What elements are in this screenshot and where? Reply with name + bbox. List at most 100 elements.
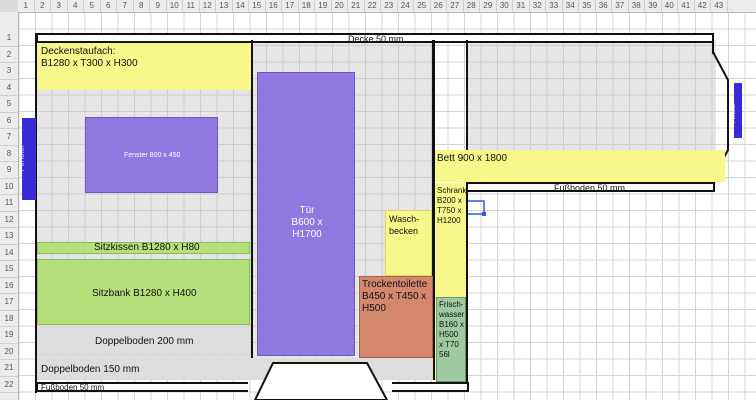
row-header[interactable]: 22 [0, 377, 18, 393]
row-header[interactable]: 17 [0, 294, 18, 311]
row-header[interactable]: 14 [0, 245, 18, 261]
bett-box[interactable]: Bett 900 x 1800 [435, 150, 725, 182]
column-header[interactable]: 20 [332, 0, 348, 12]
column-header[interactable]: 40 [662, 0, 678, 12]
row-header[interactable]: 10 [0, 179, 18, 195]
column-header[interactable]: 24 [398, 0, 414, 12]
row-header[interactable]: 3 [0, 63, 18, 80]
column-header[interactable]: 39 [645, 0, 662, 12]
column-header[interactable]: 41 [678, 0, 695, 12]
column-header[interactable]: 11 [183, 0, 200, 12]
column-header[interactable]: 25 [414, 0, 431, 12]
sitzkissen-label: Sitzkissen B1280 x H80 [94, 242, 200, 253]
row-header[interactable]: 11 [0, 195, 18, 212]
floor-bar-left-label: Fußboden 50 mm [41, 383, 105, 392]
door-box[interactable]: Tür B600 x H1700 [257, 72, 355, 356]
column-header[interactable]: 29 [480, 0, 497, 12]
column-header[interactable]: 34 [563, 0, 579, 12]
column-header[interactable]: 19 [315, 0, 332, 12]
doppelboden-200-label: Doppelboden 200 mm [95, 336, 194, 347]
doppelboden-150-label: Doppelboden 150 mm [41, 364, 140, 375]
trockentoilette-box[interactable]: Trockentoilette B450 x T450 x H500 [359, 276, 433, 358]
column-header[interactable]: 7 [117, 0, 134, 12]
column-header[interactable]: 42 [695, 0, 711, 12]
bett-label: Bett 900 x 1800 [437, 153, 508, 164]
sitzbank-box[interactable]: Sitzbank B1280 x H400 [37, 259, 250, 325]
column-header[interactable]: 2 [35, 0, 51, 12]
sitzbank-label: Sitzbank B1280 x H400 [92, 288, 197, 299]
row-header[interactable]: 21 [0, 360, 18, 377]
column-header[interactable]: 27 [447, 0, 464, 12]
column-header[interactable]: 18 [299, 0, 315, 12]
sitzkissen-box[interactable]: Sitzkissen B1280 x H80 [37, 242, 250, 254]
schrank-label: Schrank B200 x T750 x H1200 [437, 186, 467, 225]
column-header[interactable]: 23 [381, 0, 398, 12]
deckenstaufach-box[interactable]: Deckenstaufach: B1280 x T300 x H300 [37, 43, 251, 90]
column-header[interactable]: 26 [431, 0, 447, 12]
doppelboden-200-box[interactable]: Doppelboden 200 mm [37, 325, 250, 357]
row-header[interactable]: 5 [0, 96, 18, 113]
column-header[interactable]: 21 [348, 0, 365, 12]
row-header[interactable]: 9 [0, 162, 18, 179]
row-header[interactable]: 2 [0, 47, 18, 63]
window-right-label: Fenster [731, 102, 738, 124]
column-header[interactable]: 16 [266, 0, 282, 12]
frischwasser-box[interactable]: Frisch- wasser B160 x H500 x T70 56l [436, 297, 466, 382]
floor-bar-right-segment [392, 382, 469, 392]
column-header[interactable]: 33 [546, 0, 563, 12]
column-header[interactable]: 5 [84, 0, 101, 12]
door-label: Tür B600 x H1700 [291, 205, 323, 240]
row-header[interactable]: 1 [0, 30, 18, 47]
row-header[interactable]: 4 [0, 80, 18, 96]
row-header[interactable]: 15 [0, 261, 18, 278]
column-header[interactable]: 28 [464, 0, 480, 12]
column-header[interactable]: 35 [579, 0, 596, 12]
wheel-arch [253, 362, 389, 400]
row-header[interactable]: 13 [0, 228, 18, 245]
floor-bar-right[interactable]: Fußboden 50 mm [466, 182, 715, 193]
waschbecken-box[interactable]: Wasch- becken [385, 210, 432, 276]
column-header[interactable]: 3 [51, 0, 68, 12]
column-header[interactable]: 31 [513, 0, 530, 12]
column-header[interactable]: 22 [365, 0, 381, 12]
column-header[interactable]: 32 [530, 0, 546, 12]
spreadsheet-grid[interactable]: Decke 50 mm Deckenstaufach: B1280 x T300… [0, 0, 756, 400]
column-header[interactable]: 10 [167, 0, 183, 12]
row-header[interactable]: 20 [0, 344, 18, 360]
column-header[interactable]: 38 [629, 0, 645, 12]
column-header[interactable]: 13 [216, 0, 233, 12]
selection-handle[interactable] [468, 198, 488, 218]
window-inner-label: Fenster 800 x 450 [124, 152, 181, 159]
row-header[interactable]: 7 [0, 129, 18, 146]
column-header[interactable]: 15 [249, 0, 266, 12]
frischwasser-label: Frisch- wasser B160 x H500 x T70 56l [439, 300, 465, 359]
column-header[interactable]: 36 [596, 0, 612, 12]
window-left[interactable]: Fenster [17, 118, 36, 200]
row-header[interactable]: 6 [0, 113, 18, 129]
row-header[interactable]: 8 [0, 146, 18, 162]
deckenstaufach-label: Deckenstaufach: B1280 x T300 x H300 [41, 46, 138, 69]
row-header[interactable]: 18 [0, 311, 18, 327]
trockentoilette-label: Trockentoilette B450 x T450 x H500 [362, 279, 428, 314]
column-header[interactable]: 1 [18, 0, 35, 12]
column-header[interactable]: 43 [711, 0, 728, 12]
column-header[interactable]: 6 [101, 0, 117, 12]
column-header-bar: 1 2 3 4 5 6 7 8 9 10 11 12 13 14 15 16 17 18 19 20 21 22 23 24 2… [18, 0, 756, 13]
row-header[interactable]: 16 [0, 278, 18, 294]
ceiling-bar[interactable]: Decke 50 mm [36, 33, 714, 44]
divider-wall-1 [251, 40, 253, 380]
floor-bar-left[interactable]: Fußboden 50 mm [36, 382, 248, 392]
column-header[interactable]: 30 [497, 0, 513, 12]
column-header[interactable]: 4 [68, 0, 84, 12]
column-header[interactable]: 8 [134, 0, 150, 12]
row-header[interactable]: 19 [0, 327, 18, 344]
column-header[interactable]: 9 [150, 0, 167, 12]
window-right[interactable]: Fenster [731, 83, 742, 138]
column-header[interactable]: 14 [233, 0, 249, 12]
window-inner[interactable]: Fenster 800 x 450 [85, 117, 218, 193]
row-header-bar: 1 2 3 4 5 6 7 8 9 10 11 12 13 14 15 16 17 18 19 20 21 22 [0, 12, 19, 400]
column-header[interactable]: 37 [612, 0, 629, 12]
column-header[interactable]: 12 [200, 0, 216, 12]
row-header[interactable]: 12 [0, 212, 18, 228]
column-header[interactable]: 17 [282, 0, 299, 12]
